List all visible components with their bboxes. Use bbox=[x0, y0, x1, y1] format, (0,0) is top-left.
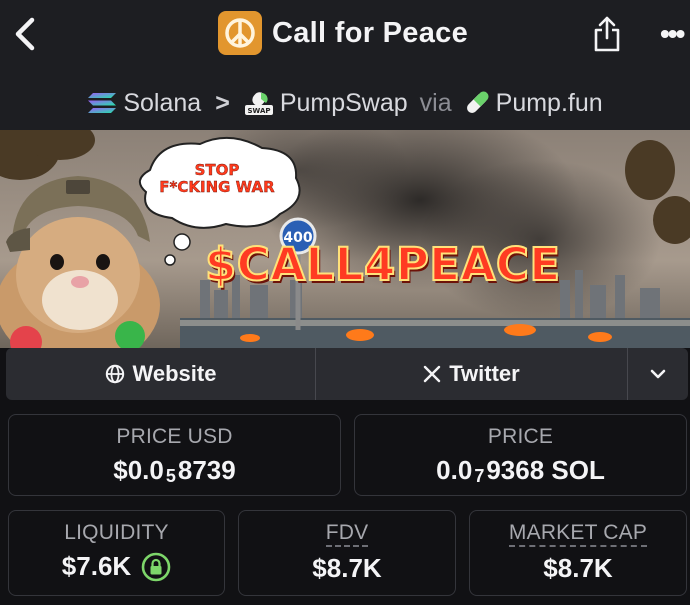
market-cap-value: $8.7K bbox=[543, 553, 613, 583]
share-icon bbox=[594, 16, 620, 52]
breadcrumb-dex-label: PumpSwap bbox=[279, 88, 408, 117]
link-bar: Website Twitter bbox=[6, 348, 688, 400]
breadcrumb-separator: > bbox=[215, 88, 230, 117]
liquidity-value-row: $7.6K bbox=[9, 551, 224, 582]
more-options-button[interactable]: ••• bbox=[660, 20, 690, 48]
price-usd-value: $0.0 5 8739 bbox=[9, 455, 340, 486]
share-button[interactable] bbox=[588, 12, 626, 56]
market-cap-label-wrap: MARKET CAP bbox=[470, 521, 686, 547]
pill-icon bbox=[464, 90, 490, 116]
price-sol-zero-count: 7 bbox=[474, 466, 485, 486]
breadcrumb-dex[interactable]: SWAP PumpSwap bbox=[244, 89, 408, 118]
breadcrumb-chain[interactable]: Solana bbox=[87, 89, 201, 118]
banner-ticker: $CALL4PEACE bbox=[204, 237, 561, 292]
chevron-left-icon bbox=[15, 17, 35, 51]
peace-sign-icon bbox=[218, 11, 262, 55]
bubble-line-2: F*CKING WAR bbox=[159, 178, 275, 196]
breadcrumb: Solana > SWAP PumpSwap via Pump.fun bbox=[0, 76, 690, 130]
page-title: Call for Peace bbox=[272, 16, 469, 49]
breadcrumb-via: via bbox=[419, 88, 452, 117]
lock-icon[interactable] bbox=[141, 552, 171, 582]
pumpswap-icon: SWAP bbox=[244, 90, 274, 116]
fdv-label[interactable]: FDV bbox=[325, 521, 369, 547]
website-button[interactable]: Website bbox=[6, 348, 316, 400]
token-title-group: Call for Peace bbox=[218, 10, 468, 56]
liquidity-value: $7.6K bbox=[61, 551, 132, 581]
price-sol-digits: 9368 SOL bbox=[486, 455, 605, 485]
svg-text:SWAP: SWAP bbox=[247, 107, 270, 115]
liquidity-card: LIQUIDITY $7.6K bbox=[8, 510, 225, 596]
top-header: Call for Peace ••• bbox=[0, 0, 690, 76]
market-cap-card: MARKET CAP $8.7K bbox=[469, 510, 687, 596]
price-usd-digits: 8739 bbox=[177, 455, 236, 485]
breadcrumb-launchpad[interactable]: Pump.fun bbox=[464, 89, 603, 118]
fdv-value: $8.7K bbox=[312, 553, 382, 583]
solana-icon bbox=[87, 91, 117, 115]
back-button[interactable] bbox=[8, 14, 42, 54]
twitter-button[interactable]: Twitter bbox=[316, 348, 628, 400]
price-sol-label: PRICE bbox=[487, 425, 554, 448]
price-usd-card: PRICE USD $0.0 5 8739 bbox=[8, 414, 341, 496]
x-logo-icon bbox=[423, 365, 441, 383]
thought-bubble-text: STOP F*CKING WAR bbox=[152, 161, 282, 196]
website-label: Website bbox=[132, 361, 217, 386]
price-usd-zero-count: 5 bbox=[165, 466, 176, 486]
chevron-down-icon bbox=[650, 369, 666, 379]
fdv-card: FDV $8.7K bbox=[238, 510, 456, 596]
breadcrumb-launchpad-label: Pump.fun bbox=[495, 88, 603, 117]
twitter-label: Twitter bbox=[449, 361, 520, 386]
price-usd-label: PRICE USD bbox=[116, 425, 233, 448]
fdv-label-wrap: FDV bbox=[239, 521, 455, 547]
breadcrumb-chain-label: Solana bbox=[123, 88, 202, 117]
bubble-line-1: STOP bbox=[194, 161, 240, 179]
liquidity-label: LIQUIDITY bbox=[64, 521, 169, 544]
price-sol-card: PRICE 0.0 7 9368 SOL bbox=[354, 414, 687, 496]
price-usd-prefix: $0.0 bbox=[113, 455, 164, 485]
price-sol-value: 0.0 7 9368 SOL bbox=[355, 455, 686, 486]
market-cap-label[interactable]: MARKET CAP bbox=[508, 521, 648, 547]
token-banner: 400 STOP F*CKING WAR $CALL4PEACE bbox=[0, 130, 690, 348]
globe-icon bbox=[105, 364, 125, 384]
price-sol-prefix: 0.0 bbox=[436, 455, 473, 485]
more-links-button[interactable] bbox=[628, 348, 688, 400]
